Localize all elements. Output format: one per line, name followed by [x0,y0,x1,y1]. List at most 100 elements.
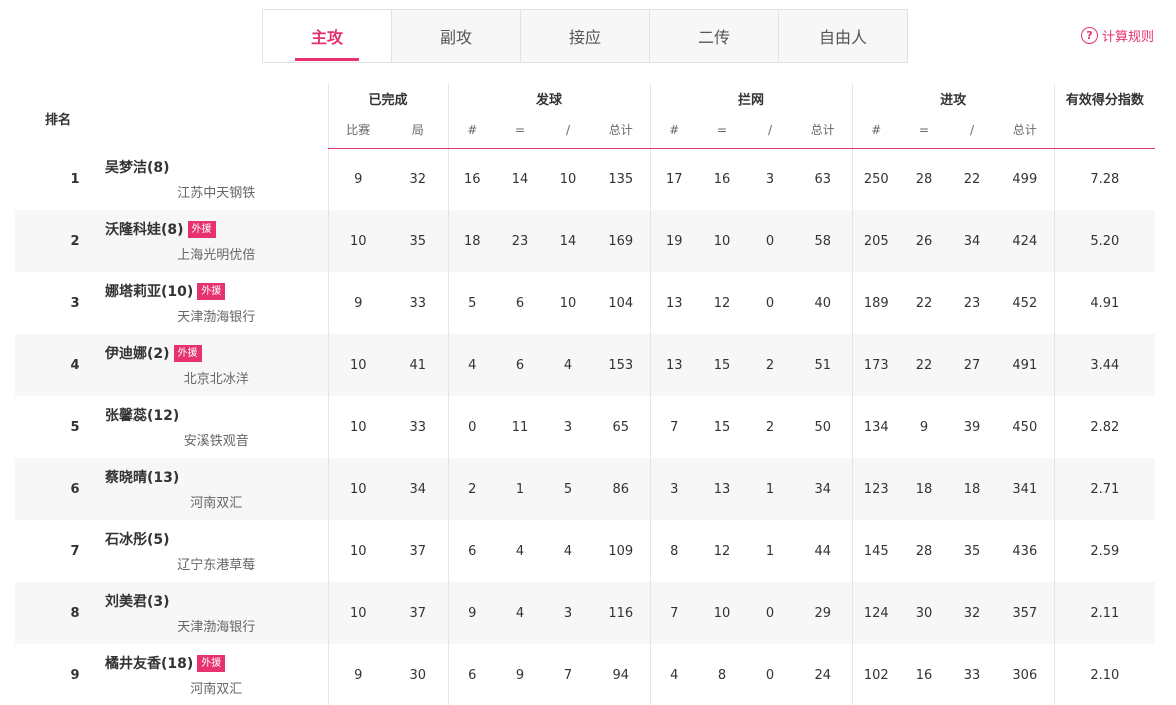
block-total-cell: 34 [794,458,853,520]
block-eq-cell: 16 [713,171,731,187]
serve-total-cell: 153 [592,334,651,396]
serve-slash-cell: 3 [563,419,573,435]
sets-cell: 33 [409,295,427,311]
index-cell: 4.91 [1053,272,1156,334]
attack-hash-cell: 250 [851,148,901,210]
serve-total-cell: 169 [592,210,651,272]
rank-number: 6 [15,458,97,520]
serve-eq-cell: 1 [496,458,545,520]
block-total-cell: 63 [814,171,832,187]
index-cell: 5.20 [1053,210,1156,272]
player-cell: 张馨蕊(12) 安溪铁观音 [97,396,328,458]
serve-slash-cell: 7 [563,667,573,683]
block-eq-cell: 12 [713,543,731,559]
block-eq-cell: 10 [698,210,747,272]
serve-ace-cell: 16 [447,148,497,210]
player-cell: 吴梦洁(8) 江苏中天钢铁 [97,148,328,210]
serve-ace-cell: 18 [447,210,497,272]
block-slash-cell: 0 [746,582,795,644]
subheader-matches: 比赛 [327,112,389,149]
block-total-cell: 51 [794,334,853,396]
matches-cell: 10 [327,396,389,458]
index-cell: 2.71 [1053,458,1156,520]
block-slash-cell: 2 [746,334,795,396]
calc-rule-label: 计算规则 [1101,30,1154,45]
block-total-cell: 58 [794,210,853,272]
attack-eq-cell: 18 [900,458,949,520]
attack-eq-cell: 22 [900,334,949,396]
foreign-badge: 外援 [187,220,216,238]
block-hash-cell: 3 [649,458,699,520]
header-completed: 已完成 [327,84,449,112]
block-slash-cell: 1 [746,458,795,520]
player-name-link[interactable]: 娜塔莉亚(10) [105,281,193,301]
matches-cell: 10 [327,334,389,396]
subheader-attack-total: 总计 [996,112,1055,149]
serve-eq-cell: 11 [511,419,529,435]
attack-hash-cell: 123 [851,458,901,520]
block-hash-cell: 13 [649,334,699,396]
rank-number: 9 [70,667,80,683]
block-slash-cell: 1 [765,543,775,559]
block-eq-cell: 8 [717,667,727,683]
attack-eq-cell: 16 [915,667,933,683]
player-cell: 石冰彤(5) 辽宁东港草莓 [97,520,328,582]
rank-number: 4 [15,334,97,396]
team-name: 天津渤海银行 [177,310,256,325]
ranking-table: 排名 已完成 发球 拦网 进攻 有效得分指数 比赛 局 # = / 总计 # =… [15,84,1156,705]
header-serve: 发球 [447,84,651,112]
attack-hash-cell: 102 [851,644,901,705]
attack-eq-cell: 30 [900,582,949,644]
player-name-link[interactable]: 石冰彤(5) [105,529,170,549]
sets-cell: 33 [409,419,427,435]
serve-total-cell: 135 [608,171,634,187]
serve-slash-cell: 5 [544,458,593,520]
attack-slash-cell: 33 [963,667,981,683]
player-name-link[interactable]: 橘井友香(18) [105,653,193,673]
attack-hash-cell: 173 [851,334,901,396]
serve-slash-cell: 4 [544,334,593,396]
tab-setter[interactable]: 二传 [650,10,779,62]
player-name-link[interactable]: 张馨蕊(12) [105,405,179,425]
block-total-cell: 24 [814,667,832,683]
team-name: 江苏中天钢铁 [177,186,256,201]
calc-rule-link[interactable]: ? 计算规则 [1080,26,1154,45]
attack-total-cell: 491 [996,334,1055,396]
sets-cell: 35 [388,210,449,272]
index-cell: 3.44 [1053,334,1156,396]
header-rank: 排名 [45,112,72,128]
player-name-link[interactable]: 刘美君(3) [105,591,170,611]
matches-cell: 9 [327,272,389,334]
rank-number: 8 [15,582,97,644]
block-slash-cell: 0 [765,667,775,683]
player-name-link[interactable]: 吴梦洁(8) [105,157,170,177]
attack-slash-cell: 27 [948,334,997,396]
tab-main-attacker[interactable]: 主攻 [263,10,392,62]
tab-middle-blocker[interactable]: 副攻 [392,10,521,62]
subheader-serve-ace: # [447,112,497,149]
sets-cell: 37 [409,543,427,559]
serve-ace-cell: 2 [447,458,497,520]
rank-number: 1 [70,171,80,187]
subheader-block-eq: = [698,112,747,149]
player-name-link[interactable]: 沃隆科娃(8) [105,219,184,239]
serve-eq-cell: 6 [496,334,545,396]
subheader-serve-eq: = [496,112,545,149]
header-block: 拦网 [649,84,853,112]
player-name-link[interactable]: 蔡晓晴(13) [105,467,179,487]
block-hash-cell: 13 [649,272,699,334]
team-name: 安溪铁观音 [183,434,249,449]
tab-libero[interactable]: 自由人 [779,10,907,62]
rank-number: 3 [70,295,80,311]
serve-total-cell: 94 [612,667,630,683]
team-name: 河南双汇 [190,682,243,697]
table-row: 9 橘井友香(18) 外援 河南双汇 9 30 6 9 7 94 4 8 0 24 102 16 33 306 2.… [15,644,1156,705]
attack-total-cell: 357 [996,582,1055,644]
player-name-link[interactable]: 伊迪娜(2) [105,343,170,363]
sets-cell: 41 [388,334,449,396]
index-cell: 2.10 [1053,644,1156,705]
tab-opposite[interactable]: 接应 [521,10,650,62]
header-index: 有效得分指数 [1053,84,1156,112]
serve-slash-cell: 10 [559,295,577,311]
subheader-sets: 局 [388,112,449,149]
